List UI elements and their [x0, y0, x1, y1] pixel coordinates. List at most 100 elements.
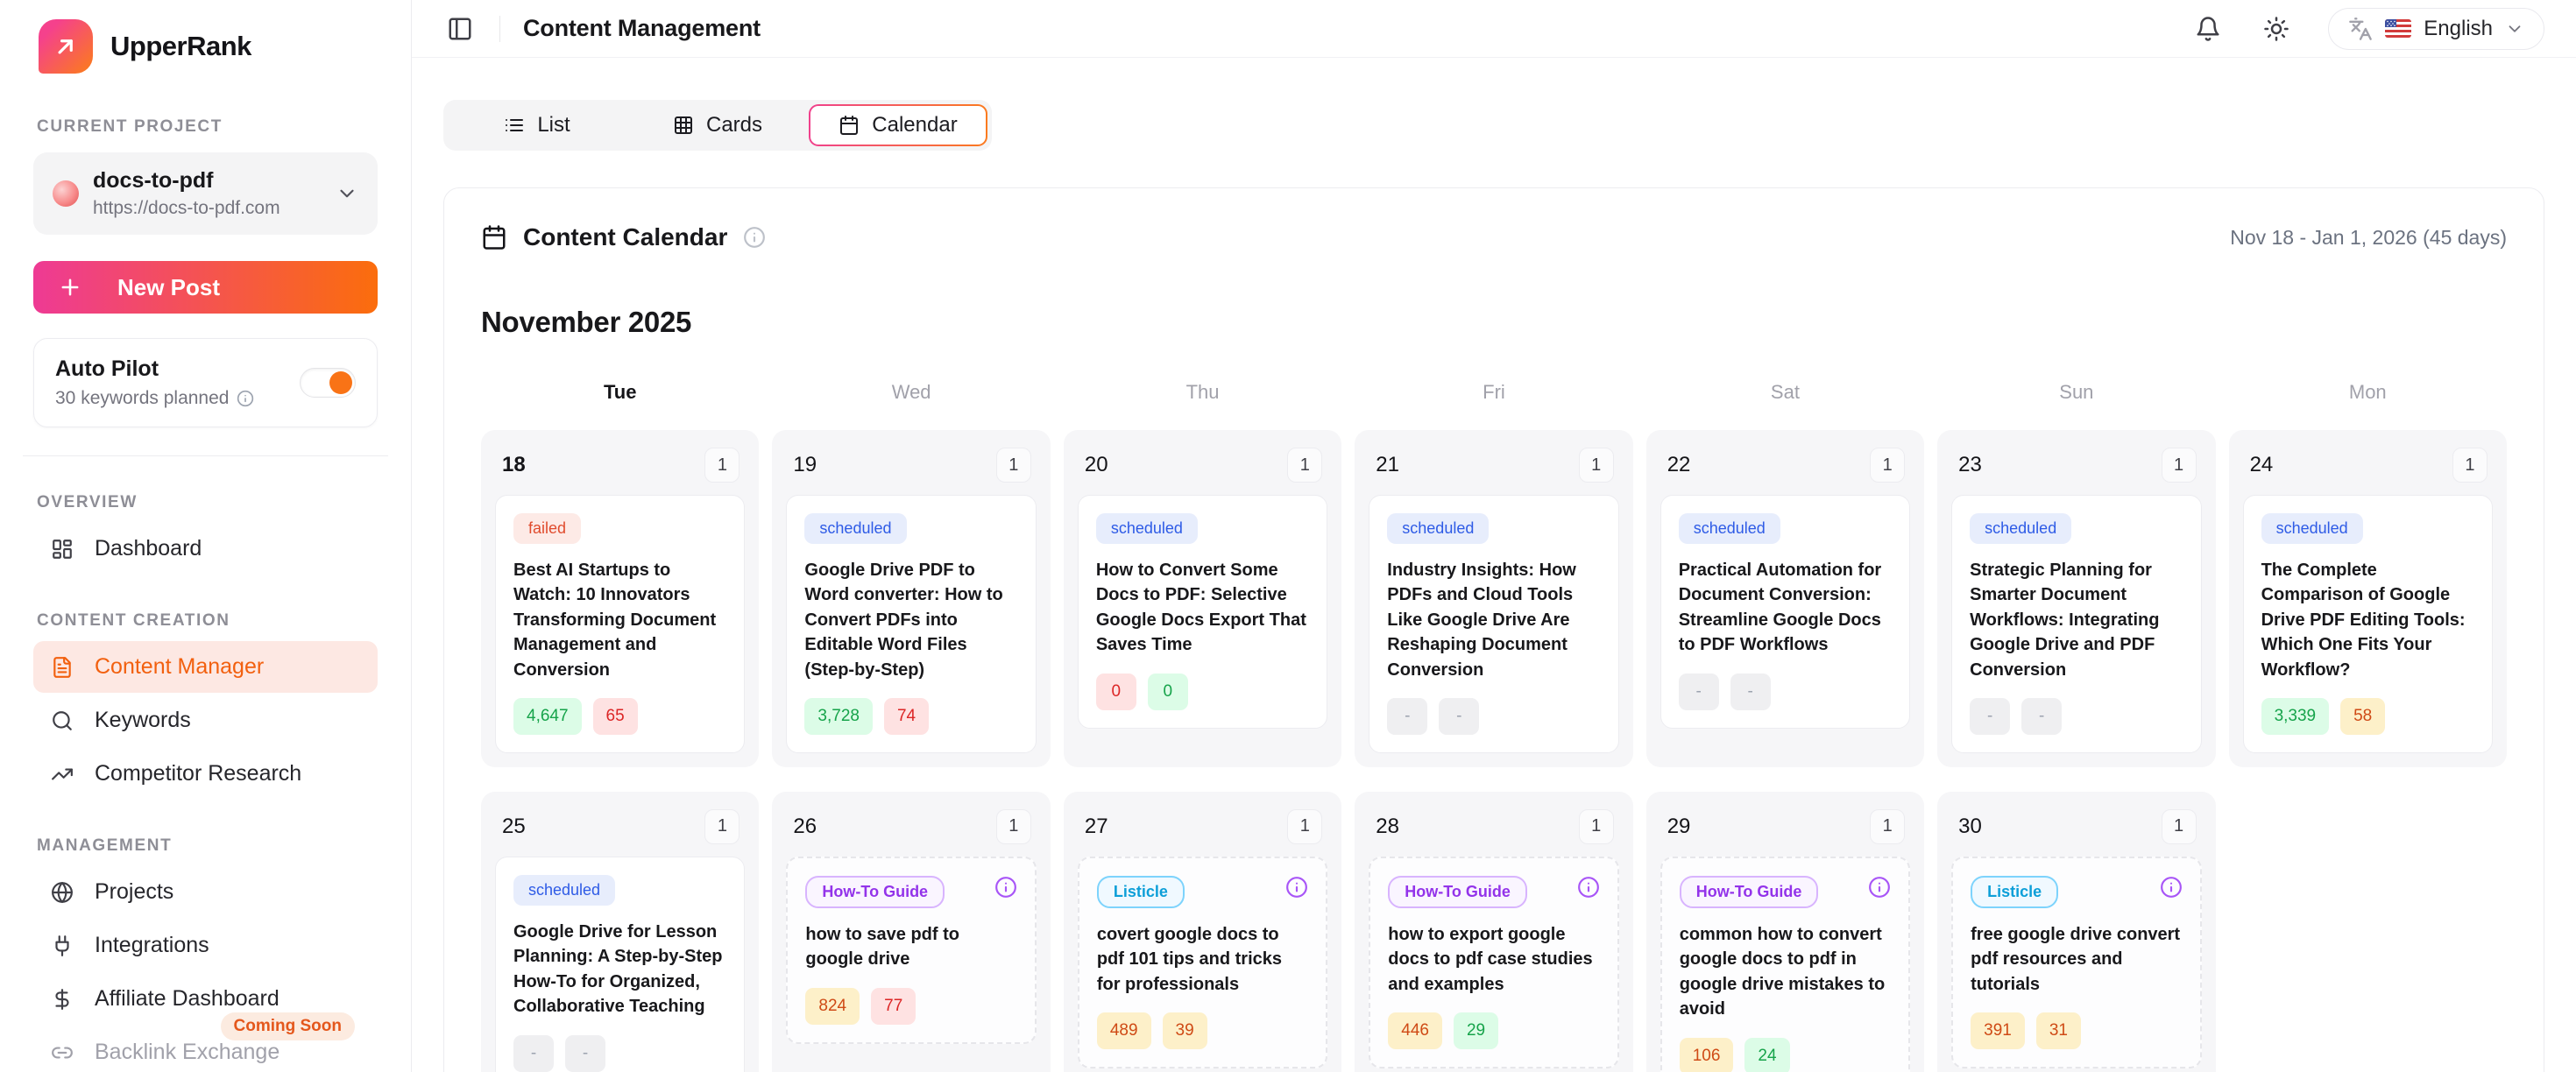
info-icon[interactable]: [2160, 876, 2183, 899]
metric-chip: 824: [805, 988, 860, 1025]
coming-soon-badge: Coming Soon: [221, 1012, 355, 1040]
content-type-badge: Listicle: [1971, 876, 2058, 908]
day-post-count: 1: [1870, 448, 1905, 483]
post-title: Strategic Planning for Smarter Document …: [1970, 558, 2183, 682]
metric-chip: -: [1730, 674, 1771, 710]
day-cell-28: 28 1 How-To Guide how to export google d…: [1355, 792, 1632, 1072]
sidebar-item-label: Keywords: [95, 708, 191, 733]
chevron-down-icon: [2505, 19, 2524, 39]
day-post-count: 1: [1287, 448, 1322, 483]
sidebar-toggle-button[interactable]: [443, 12, 477, 46]
info-icon[interactable]: [1577, 876, 1600, 899]
keyword-idea-card[interactable]: How-To Guide how to save pdf to google d…: [786, 857, 1036, 1044]
notifications-button[interactable]: [2191, 12, 2225, 46]
status-badge: scheduled: [1387, 513, 1489, 544]
new-post-button[interactable]: New Post: [33, 261, 378, 314]
content-type-badge: How-To Guide: [1680, 876, 1819, 908]
sidebar-item-projects[interactable]: Projects: [33, 866, 378, 918]
metric-chip: 3,728: [804, 698, 873, 735]
info-icon[interactable]: [1285, 876, 1308, 899]
keyword-idea-card[interactable]: Listicle free google drive convert pdf r…: [1951, 857, 2201, 1068]
sidebar-item-competitor-research[interactable]: Competitor Research: [33, 748, 378, 800]
day-post-count: 1: [1870, 809, 1905, 844]
day-number: 24: [2250, 453, 2274, 477]
post-title: How to Convert Some Docs to PDF: Selecti…: [1096, 558, 1309, 658]
tab-list[interactable]: List: [448, 104, 626, 146]
post-card[interactable]: scheduled Practical Automation for Docum…: [1660, 495, 1910, 729]
post-title: Industry Insights: How PDFs and Cloud To…: [1387, 558, 1600, 682]
language-selector[interactable]: English: [2328, 8, 2544, 50]
translate-icon: [2348, 17, 2373, 41]
info-icon[interactable]: [743, 226, 766, 249]
tab-cards[interactable]: Cards: [628, 104, 807, 146]
sidebar-item-backlink-exchange[interactable]: Coming Soon Backlink Exchange: [33, 1026, 378, 1072]
info-icon[interactable]: [994, 876, 1017, 899]
day-post-count: 1: [1287, 809, 1322, 844]
trending-up-icon: [51, 763, 74, 786]
post-card[interactable]: failed Best AI Startups to Watch: 10 Inn…: [495, 495, 745, 753]
day-number: 30: [1958, 815, 1982, 839]
day-post-count: 1: [996, 448, 1031, 483]
divider: [23, 455, 388, 456]
divider: [499, 16, 500, 42]
autopilot-subtitle: 30 keywords planned: [55, 388, 229, 409]
day-number: 25: [502, 815, 526, 839]
post-card[interactable]: scheduled The Complete Comparison of Goo…: [2243, 495, 2493, 753]
weekday-header-row: TueWedThuFriSatSunMon: [481, 381, 2507, 404]
post-title: Practical Automation for Document Conver…: [1679, 558, 1892, 658]
status-badge: failed: [513, 513, 581, 544]
project-url: https://docs-to-pdf.com: [93, 198, 280, 219]
section-label-content-creation: CONTENT CREATION: [37, 611, 378, 631]
theme-toggle-button[interactable]: [2260, 12, 2293, 46]
metric-chip: 65: [593, 698, 638, 735]
post-card[interactable]: scheduled Google Drive for Lesson Planni…: [495, 857, 745, 1072]
post-card[interactable]: scheduled Strategic Planning for Smarter…: [1951, 495, 2201, 753]
post-card[interactable]: scheduled Industry Insights: How PDFs an…: [1369, 495, 1618, 753]
tab-calendar[interactable]: Calendar: [809, 104, 987, 146]
metric-chip: -: [1679, 674, 1719, 710]
post-card[interactable]: scheduled Google Drive PDF to Word conve…: [786, 495, 1036, 753]
autopilot-toggle[interactable]: [300, 368, 356, 398]
project-name: docs-to-pdf: [93, 168, 280, 194]
keyword-idea-card[interactable]: How-To Guide how to export google docs t…: [1369, 857, 1618, 1068]
us-flag-icon: [2385, 19, 2411, 38]
day-cell-24: 24 1 scheduled The Complete Comparison o…: [2229, 430, 2507, 767]
metric-chip: -: [2021, 698, 2062, 735]
project-selector[interactable]: docs-to-pdf https://docs-to-pdf.com: [33, 152, 378, 235]
sidebar-item-label: Projects: [95, 879, 173, 905]
metric-chip: 31: [2036, 1012, 2081, 1049]
post-title: The Complete Comparison of Google Drive …: [2261, 558, 2474, 682]
calendar-grid: 18 1 failed Best AI Startups to Watch: 1…: [481, 430, 2507, 1072]
sidebar-item-label: Integrations: [95, 933, 209, 958]
day-number: 22: [1667, 453, 1691, 477]
info-icon[interactable]: [1868, 876, 1891, 899]
view-tabs: List Cards Calendar: [443, 100, 992, 151]
autopilot-card: Auto Pilot 30 keywords planned: [33, 338, 378, 427]
post-title: free google drive convert pdf resources …: [1971, 922, 2182, 997]
info-icon: [1868, 876, 1891, 899]
keyword-idea-card[interactable]: Listicle covert google docs to pdf 101 t…: [1078, 857, 1327, 1068]
sidebar-item-keywords[interactable]: Keywords: [33, 695, 378, 746]
post-title: how to save pdf to google drive: [805, 922, 1016, 972]
metric-chip: 0: [1096, 674, 1136, 710]
day-number: 21: [1376, 453, 1399, 477]
post-card[interactable]: scheduled How to Convert Some Docs to PD…: [1078, 495, 1327, 729]
day-post-count: 1: [1579, 448, 1614, 483]
weekday-mon: Mon: [2229, 381, 2507, 404]
weekday-thu: Thu: [1064, 381, 1341, 404]
status-badge: scheduled: [1679, 513, 1780, 544]
sidebar-item-integrations[interactable]: Integrations: [33, 920, 378, 971]
post-title: Google Drive for Lesson Planning: A Step…: [513, 920, 726, 1019]
day-post-count: 1: [704, 448, 740, 483]
info-icon: [994, 876, 1017, 899]
project-favicon: [53, 180, 79, 207]
date-range: Nov 18 - Jan 1, 2026 (45 days): [2230, 226, 2507, 250]
sidebar-item-dashboard[interactable]: Dashboard: [33, 523, 378, 575]
section-label-management: MANAGEMENT: [37, 836, 378, 856]
top-header: Content Management English: [412, 0, 2576, 58]
brand: UpperRank: [33, 18, 378, 75]
sidebar-item-content-manager[interactable]: Content Manager: [33, 641, 378, 693]
keyword-idea-card[interactable]: How-To Guide common how to convert googl…: [1660, 857, 1910, 1072]
metric-chip: 24: [1744, 1038, 1789, 1072]
day-cell-18: 18 1 failed Best AI Startups to Watch: 1…: [481, 430, 759, 767]
